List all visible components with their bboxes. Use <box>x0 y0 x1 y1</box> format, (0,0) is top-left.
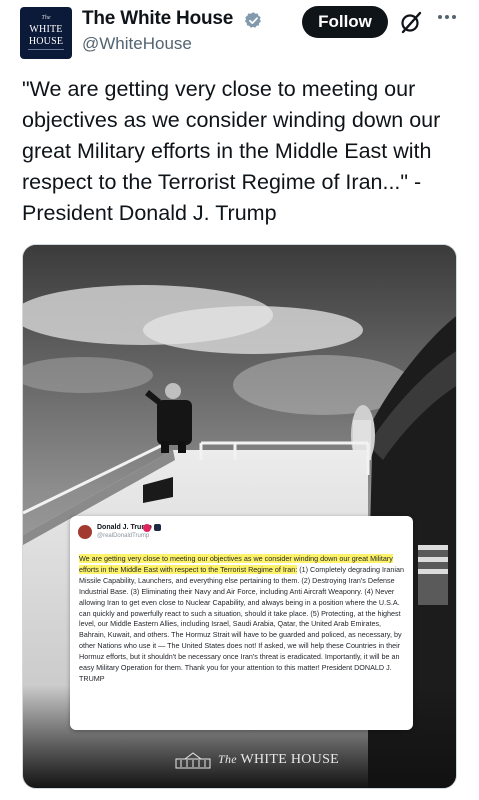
embedded-post-screenshot: Donald J. Trump @realDonaldTrump We are … <box>70 516 413 730</box>
white-house-wordmark: The WHITE HOUSE <box>218 752 339 768</box>
tweet-header: The WHITE HOUSE The White House @WhiteHo… <box>0 0 479 70</box>
account-name[interactable]: The White House <box>82 8 233 30</box>
post-body-text: (1) Completely degrading Iranian Missile… <box>79 564 404 683</box>
avatar-divider <box>28 49 64 50</box>
post-badge-icon <box>143 524 151 532</box>
follow-button[interactable]: Follow <box>302 6 388 38</box>
more-options-icon[interactable] <box>436 12 458 22</box>
avatar[interactable]: The WHITE HOUSE <box>20 7 72 59</box>
white-house-building-icon <box>175 752 211 769</box>
post-flag-icon <box>154 524 161 531</box>
media-card[interactable]: Donald J. Trump @realDonaldTrump We are … <box>22 244 457 789</box>
tweet-text: "We are getting very close to meeting ou… <box>22 77 441 225</box>
grok-icon[interactable] <box>399 10 423 34</box>
avatar-text-the: The <box>41 15 51 21</box>
post-body: We are getting very close to meeting our… <box>79 554 405 685</box>
post-avatar <box>78 525 92 539</box>
avatar-text-house: HOUSE <box>28 36 64 47</box>
wordmark-name: WHITE HOUSE <box>240 752 340 767</box>
wordmark-the: The <box>218 752 237 766</box>
post-author-handle: @realDonaldTrump <box>97 533 150 539</box>
avatar-text-white: WHITE <box>29 24 63 35</box>
account-handle[interactable]: @WhiteHouse <box>82 34 192 54</box>
verified-badge-icon <box>244 12 261 28</box>
